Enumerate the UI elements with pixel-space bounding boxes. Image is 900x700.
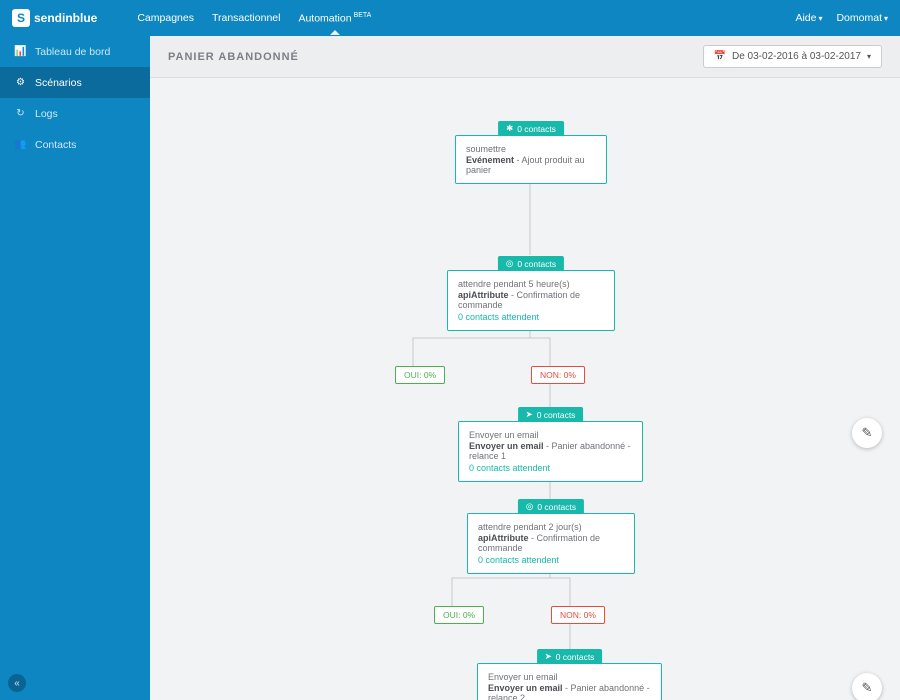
pencil-icon: ✎: [862, 680, 873, 696]
node-waiting: 0 contacts attendent: [458, 312, 604, 322]
pencil-icon: ✎: [862, 425, 873, 441]
node-title: attendre pendant 5 heure(s): [458, 279, 604, 289]
chevron-down-icon: ▾: [884, 14, 888, 23]
node-tag: ◎0 contacts: [498, 256, 564, 271]
target-icon: ◎: [506, 258, 513, 269]
dashboard-icon: 📊: [14, 45, 27, 58]
sidebar-item-dashboard[interactable]: 📊 Tableau de bord: [0, 36, 150, 67]
node-desc: apiAttribute - Confirmation de commande: [478, 533, 624, 553]
user-menu[interactable]: Domomat▾: [836, 12, 888, 24]
node-desc: Envoyer un email - Panier abandonné - re…: [488, 683, 651, 700]
branch-badge-oui[interactable]: OUI: 0%: [395, 366, 445, 384]
date-range-text: De 03-02-2016 à 03-02-2017: [732, 51, 861, 62]
branch-badge-oui-2[interactable]: OUI: 0%: [434, 606, 484, 624]
sidebar-label: Tableau de bord: [35, 46, 110, 58]
nav-campagnes[interactable]: Campagnes: [137, 2, 194, 35]
node-waiting: 0 contacts attendent: [469, 463, 632, 473]
chevron-down-icon: ▾: [867, 52, 871, 61]
edit-fab-1[interactable]: ✎: [852, 418, 882, 448]
logs-icon: ↻: [14, 107, 27, 120]
sidebar-label: Logs: [35, 108, 58, 120]
node-desc: Evénement - Ajout produit au panier: [466, 155, 596, 175]
workflow-node-wait-2[interactable]: ◎0 contacts attendre pendant 2 jour(s) a…: [467, 513, 635, 574]
node-tag: ◎0 contacts: [518, 499, 584, 514]
node-tag: ➤0 contacts: [537, 649, 603, 664]
help-menu[interactable]: Aide▾: [795, 12, 822, 24]
node-desc: apiAttribute - Confirmation de commande: [458, 290, 604, 310]
contacts-icon: 👥: [14, 138, 27, 151]
edit-fab-2[interactable]: ✎: [852, 673, 882, 700]
sidebar-collapse-button[interactable]: «: [8, 674, 26, 692]
node-waiting: 0 contacts attendent: [478, 555, 624, 565]
nav-automation[interactable]: AutomationBETA: [298, 2, 371, 35]
topbar: S sendinblue Campagnes Transactionnel Au…: [0, 0, 900, 36]
brand-name: sendinblue: [34, 11, 97, 25]
nav-automation-label: Automation: [298, 12, 351, 24]
subheader: PANIER ABANDONNÉ 📅 De 03-02-2016 à 03-02…: [150, 36, 900, 78]
brand-logo[interactable]: S sendinblue: [12, 9, 97, 27]
target-icon: ◎: [526, 501, 533, 512]
workflow-node-email-2[interactable]: ➤0 contacts Envoyer un email Envoyer un …: [477, 663, 662, 700]
sidebar-label: Scénarios: [35, 77, 82, 89]
puzzle-icon: ✱: [506, 123, 513, 134]
node-tag: ➤0 contacts: [518, 407, 584, 422]
sidebar-label: Contacts: [35, 139, 76, 151]
workflow-node-wait-1[interactable]: ◎0 contacts attendre pendant 5 heure(s) …: [447, 270, 615, 331]
content: PANIER ABANDONNÉ 📅 De 03-02-2016 à 03-02…: [150, 36, 900, 700]
workflow-node-email-1[interactable]: ➤0 contacts Envoyer un email Envoyer un …: [458, 421, 643, 482]
sidebar-item-contacts[interactable]: 👥 Contacts: [0, 129, 150, 160]
beta-badge: BETA: [354, 12, 372, 19]
sidebar: 📊 Tableau de bord ⚙ Scénarios ↻ Logs 👥 Conta…: [0, 36, 150, 700]
workflow-node-trigger[interactable]: ✱0 contacts soumettre Evénement - Ajout …: [455, 135, 607, 184]
node-title: attendre pendant 2 jour(s): [478, 522, 624, 532]
right-nav: Aide▾ Domomat▾: [795, 12, 888, 24]
nav-transactionnel[interactable]: Transactionnel: [212, 2, 280, 35]
date-range-picker[interactable]: 📅 De 03-02-2016 à 03-02-2017 ▾: [703, 45, 882, 68]
chevron-down-icon: ▾: [818, 14, 822, 23]
top-nav: Campagnes Transactionnel AutomationBETA: [137, 2, 371, 35]
node-desc: Envoyer un email - Panier abandonné - re…: [469, 441, 632, 461]
sidebar-item-scenarios[interactable]: ⚙ Scénarios: [0, 67, 150, 98]
branch-badge-non[interactable]: NON: 0%: [531, 366, 585, 384]
send-icon: ➤: [545, 651, 552, 662]
workflow-canvas[interactable]: ✱0 contacts soumettre Evénement - Ajout …: [150, 78, 900, 700]
node-tag: ✱0 contacts: [498, 121, 564, 136]
logo-icon: S: [12, 9, 30, 27]
node-title: soumettre: [466, 144, 596, 154]
sidebar-item-logs[interactable]: ↻ Logs: [0, 98, 150, 129]
branch-badge-non-2[interactable]: NON: 0%: [551, 606, 605, 624]
scenarios-icon: ⚙: [14, 76, 27, 89]
node-title: Envoyer un email: [469, 430, 632, 440]
calendar-icon: 📅: [714, 51, 726, 62]
node-title: Envoyer un email: [488, 672, 651, 682]
send-icon: ➤: [526, 409, 533, 420]
page-title: PANIER ABANDONNÉ: [168, 51, 299, 63]
